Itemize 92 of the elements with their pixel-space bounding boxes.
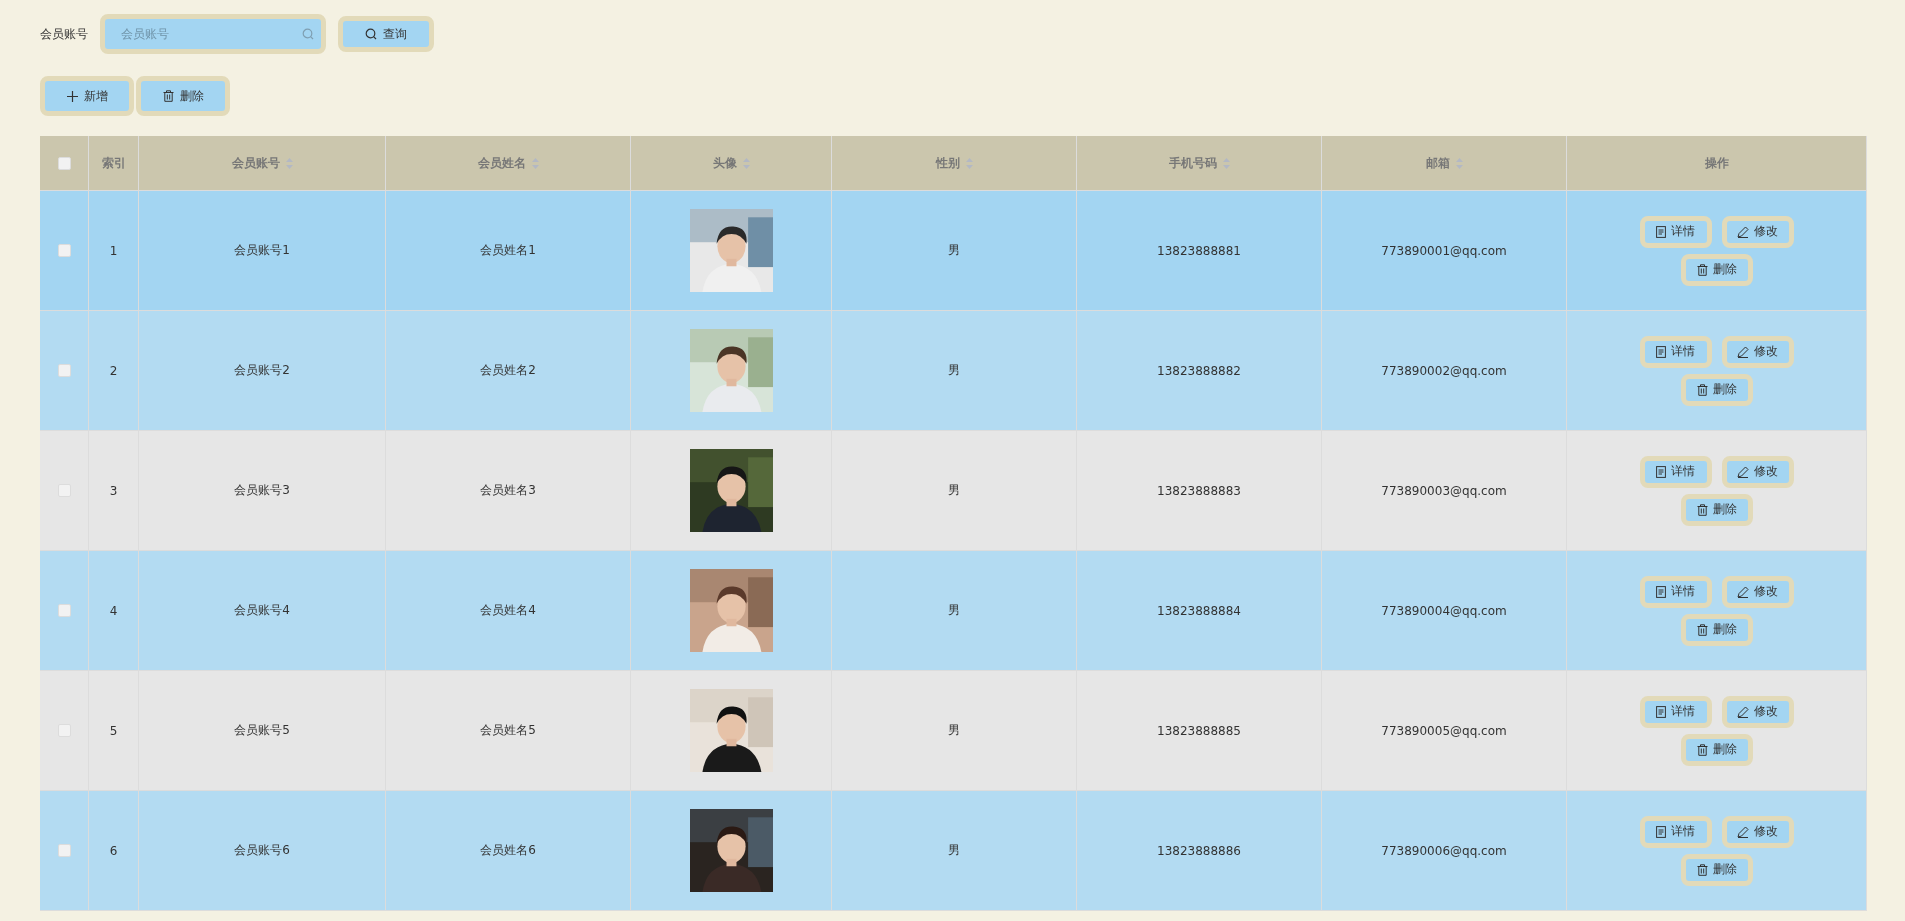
pen-icon [1737, 825, 1749, 838]
sort-icon[interactable] [285, 157, 293, 169]
edit-button[interactable]: 修改 [1721, 815, 1794, 848]
edit-button[interactable]: 修改 [1721, 215, 1794, 248]
email-cell: 773890001@qq.com [1381, 243, 1507, 258]
index-cell: 2 [109, 363, 118, 378]
select-all-checkbox[interactable] [57, 156, 71, 170]
trash-icon [1696, 863, 1708, 876]
gender-cell: 男 [948, 842, 960, 859]
document-icon [1656, 465, 1666, 478]
detail-button[interactable]: 详情 [1639, 815, 1712, 848]
gender-cell: 男 [948, 722, 960, 739]
trash-icon [1696, 623, 1708, 636]
row-checkbox[interactable] [57, 244, 71, 257]
index-cell: 5 [109, 723, 118, 738]
email-cell: 773890003@qq.com [1381, 483, 1507, 498]
sort-icon[interactable] [531, 157, 539, 169]
edit-button[interactable]: 修改 [1721, 455, 1794, 488]
pen-icon [1737, 465, 1749, 478]
name-cell: 会员姓名1 [480, 242, 536, 259]
delete-button[interactable]: 删除 [1680, 853, 1753, 886]
delete-button[interactable]: 删除 [136, 76, 230, 116]
account-cell: 会员账号5 [234, 722, 290, 739]
detail-button[interactable]: 详情 [1639, 455, 1712, 488]
delete-button[interactable]: 删除 [1680, 373, 1753, 406]
phone-cell: 13823888883 [1157, 483, 1241, 498]
gender-cell: 男 [948, 602, 960, 619]
phone-cell: 13823888886 [1157, 843, 1241, 858]
edit-button[interactable]: 修改 [1721, 335, 1794, 368]
search-label: 会员账号 [40, 25, 88, 43]
trash-icon [1696, 383, 1708, 396]
sort-icon[interactable] [1222, 157, 1230, 169]
index-cell: 3 [109, 483, 118, 498]
search-icon [302, 28, 314, 40]
trash-icon [1696, 263, 1708, 276]
detail-button[interactable]: 详情 [1639, 575, 1712, 608]
pen-icon [1737, 585, 1749, 598]
delete-button[interactable]: 删除 [1680, 613, 1753, 646]
document-icon [1656, 225, 1666, 238]
pen-icon [1737, 705, 1749, 718]
sort-icon[interactable] [1455, 157, 1463, 169]
phone-cell: 13823888884 [1157, 603, 1241, 618]
add-button[interactable]: 新增 [40, 76, 134, 116]
document-icon [1656, 825, 1666, 838]
detail-button[interactable]: 详情 [1639, 335, 1712, 368]
plus-icon [66, 90, 78, 102]
row-checkbox[interactable] [57, 604, 71, 617]
name-cell: 会员姓名5 [480, 722, 536, 739]
name-cell: 会员姓名2 [480, 362, 536, 379]
edit-button[interactable]: 修改 [1721, 575, 1794, 608]
account-cell: 会员账号3 [234, 482, 290, 499]
detail-button[interactable]: 详情 [1639, 215, 1712, 248]
account-cell: 会员账号4 [234, 602, 290, 619]
name-cell: 会员姓名6 [480, 842, 536, 859]
email-cell: 773890004@qq.com [1381, 603, 1507, 618]
sort-icon[interactable] [742, 157, 750, 169]
trash-icon [162, 90, 174, 102]
gender-cell: 男 [948, 482, 960, 499]
email-cell: 773890002@qq.com [1381, 363, 1507, 378]
trash-icon [1696, 743, 1708, 756]
phone-cell: 13823888882 [1157, 363, 1241, 378]
row-checkbox[interactable] [57, 364, 71, 377]
query-button[interactable]: 查询 [338, 16, 434, 52]
document-icon [1656, 345, 1666, 358]
detail-button[interactable]: 详情 [1639, 695, 1712, 728]
account-cell: 会员账号2 [234, 362, 290, 379]
delete-button[interactable]: 删除 [1680, 733, 1753, 766]
account-cell: 会员账号6 [234, 842, 290, 859]
trash-icon [1696, 503, 1708, 516]
search-field[interactable]: 会员账号 [100, 14, 326, 54]
name-cell: 会员姓名3 [480, 482, 536, 499]
delete-button[interactable]: 删除 [1680, 493, 1753, 526]
document-icon [1656, 585, 1666, 598]
index-cell: 1 [109, 243, 118, 258]
gender-cell: 男 [948, 362, 960, 379]
pen-icon [1737, 345, 1749, 358]
row-checkbox[interactable] [57, 844, 71, 857]
email-cell: 773890006@qq.com [1381, 843, 1507, 858]
index-cell: 4 [109, 603, 118, 618]
gender-cell: 男 [948, 242, 960, 259]
search-icon [365, 28, 377, 40]
document-icon [1656, 705, 1666, 718]
name-cell: 会员姓名4 [480, 602, 536, 619]
index-cell: 6 [109, 843, 118, 858]
pen-icon [1737, 225, 1749, 238]
delete-button[interactable]: 删除 [1680, 253, 1753, 286]
edit-button[interactable]: 修改 [1721, 695, 1794, 728]
account-cell: 会员账号1 [234, 242, 290, 259]
phone-cell: 13823888881 [1157, 243, 1241, 258]
email-cell: 773890005@qq.com [1381, 723, 1507, 738]
phone-cell: 13823888885 [1157, 723, 1241, 738]
sort-icon[interactable] [965, 157, 973, 169]
